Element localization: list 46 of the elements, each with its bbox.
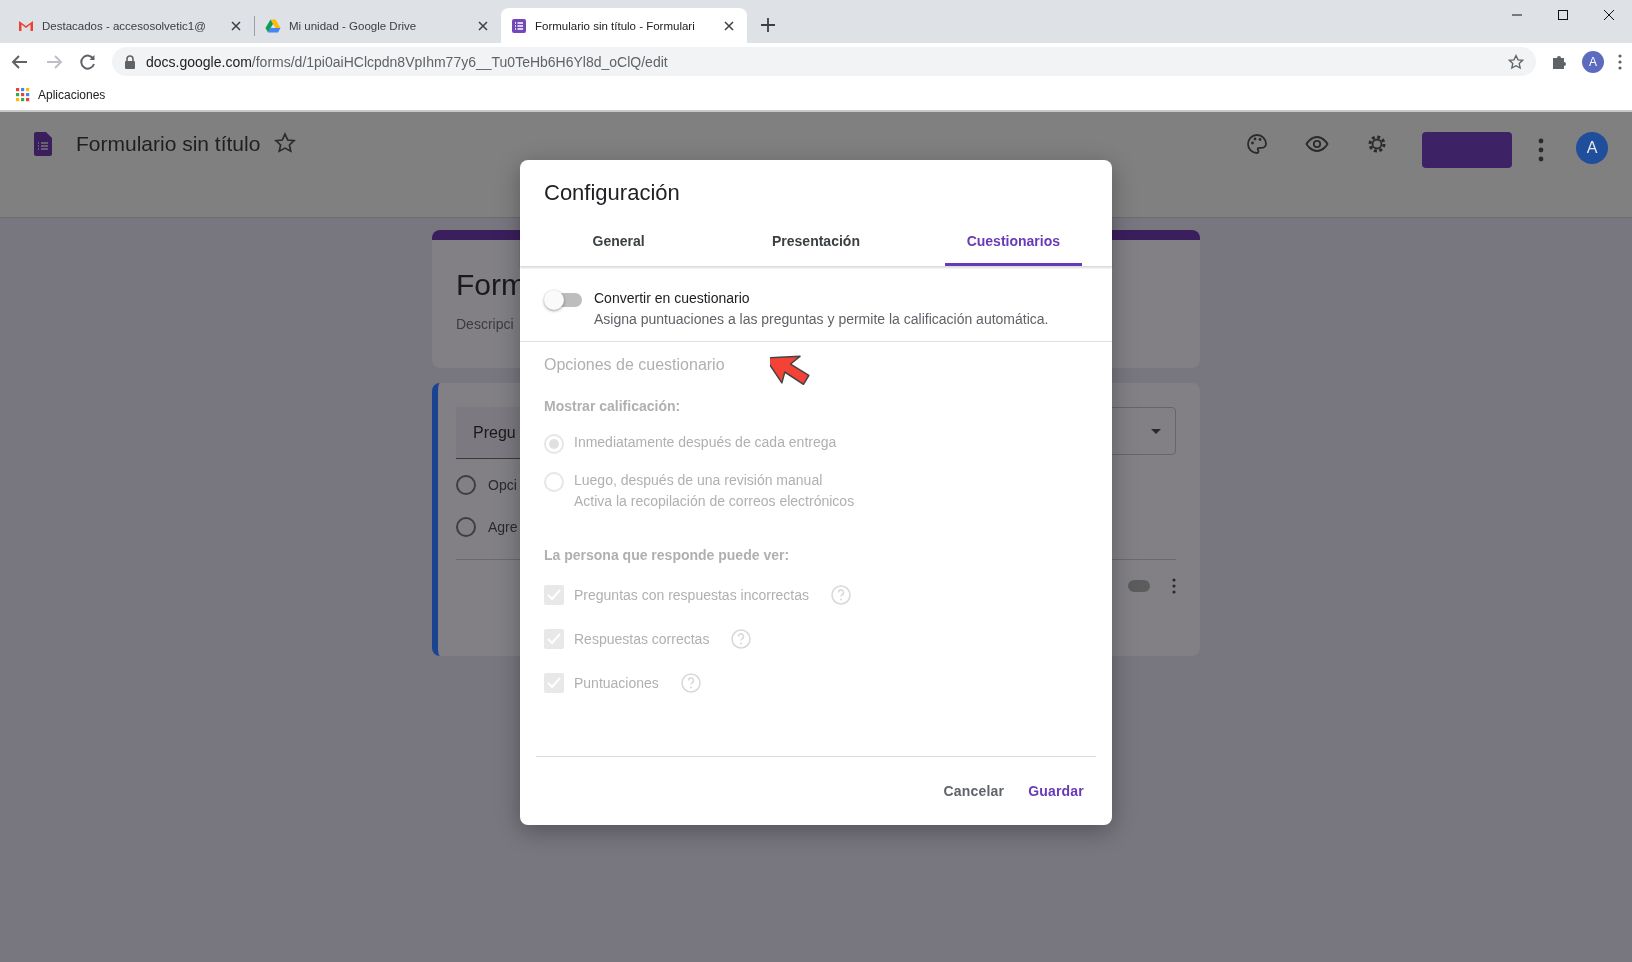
cancel-button[interactable]: Cancelar [935,775,1013,807]
group-label: La persona que responde puede ver: [544,547,791,563]
menu-icon[interactable] [1538,138,1544,162]
profile-avatar[interactable]: A [1576,132,1608,164]
save-button[interactable]: Guardar [1020,775,1092,807]
star-icon[interactable] [274,132,297,154]
star-icon[interactable] [1508,53,1524,70]
option-text: Agre [488,519,518,535]
checkbox-label: Respuestas correctas [574,631,710,647]
menu-icon[interactable] [1172,578,1176,594]
form-description: Descripci [456,316,514,332]
browser-tab[interactable]: Mi unidad - Google Drive [255,8,501,43]
radio-sublabel: Activa la recopilación de correos electrónicos [574,493,855,509]
radio-label: Inmediatamente después de cada entrega [574,434,837,450]
browser-tab[interactable]: Destacados - accesosolvetic1@ [8,8,254,43]
bookmark-link[interactable]: Aplicaciones [38,88,106,102]
quiz-toggle[interactable] [544,290,582,310]
lock-icon [124,54,136,69]
dialog-tab[interactable]: Presentación [747,218,885,266]
apps-grid-icon [16,88,30,102]
menu-icon[interactable] [1618,53,1622,70]
drive-icon [265,17,281,34]
checkbox-label: Puntuaciones [574,675,659,691]
palette-icon[interactable] [1245,132,1269,156]
url-text: docs.google.com/forms/d/1pi0aiHClcpdn8VpIhm77y6__Tu0TeHb6H6Yl8d_oClQ/edit [146,53,669,70]
required-toggle[interactable] [1128,580,1150,592]
group-label: Mostrar calificación: [544,398,682,414]
radio-label: Luego, después de una revisión manual [574,472,824,488]
dialog-tab[interactable]: Cuestionarios [944,218,1082,266]
checkbox-label: Preguntas con respuestas incorrectas [574,587,809,603]
radio-button[interactable] [456,475,476,495]
new-tab-icon[interactable] [759,16,777,34]
toggle-description: Asigna puntuaciones a las preguntas y permite la calificación automática. [594,311,1049,327]
radio-button[interactable] [456,517,476,537]
address-bar[interactable]: docs.google.com/forms/d/1pi0aiHClcpdn8VpIhm77y6__Tu0TeHb6H6Yl8d_oClQ/edit [112,47,1536,76]
dialog-title: Configuración [543,179,681,207]
profile-avatar[interactable]: A [1582,50,1604,73]
browser-tab[interactable]: Formulario sin título - Formulari [501,8,747,43]
caret-icon [1151,428,1161,434]
form-title: Formulario sin título [76,132,261,156]
form-icon[interactable] [34,132,52,156]
form-icon [511,17,527,34]
toggle-label: Convertir en cuestionario [594,290,751,306]
dialog-tab[interactable]: General [550,218,688,266]
option-text: Opci [488,477,517,493]
section-heading: Opciones de cuestionario [544,356,726,374]
